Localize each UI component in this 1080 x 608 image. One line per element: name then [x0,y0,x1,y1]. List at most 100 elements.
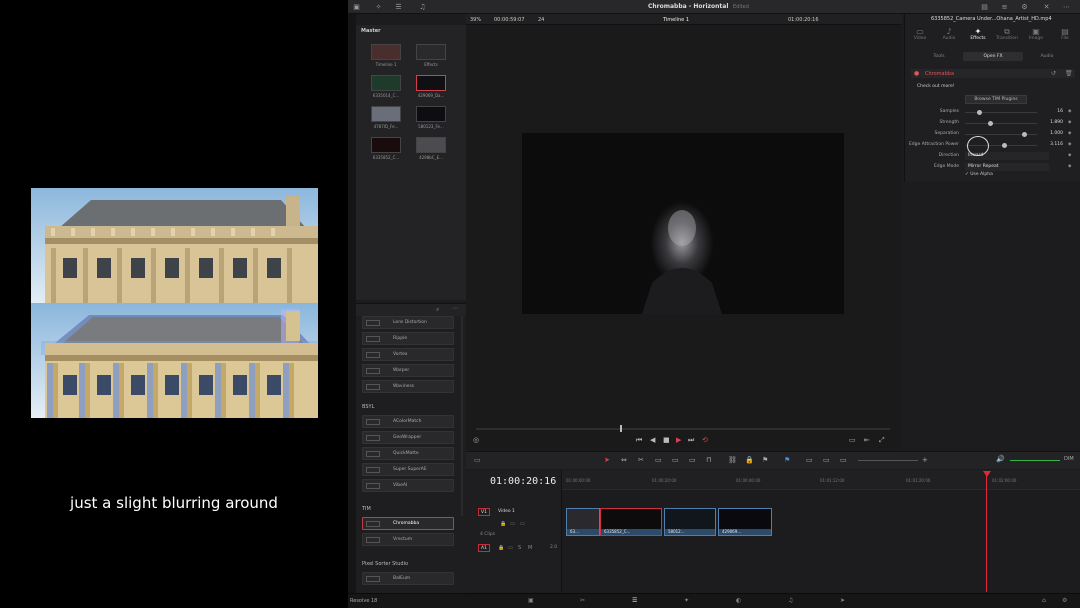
timeline-clip[interactable]: 63... [566,508,600,536]
audio-auto-icon[interactable]: ▭ [508,545,513,551]
search-icon[interactable]: ⌕ [436,306,439,314]
effect-item[interactable]: GeoWrapper [362,431,454,444]
tab-file[interactable]: ▤ File [1050,27,1080,41]
more-options-icon[interactable]: ⋯ [452,305,458,312]
track-lock-icon[interactable]: 🔒 [500,521,506,527]
tab-video[interactable]: ▭ Video [905,27,935,41]
zoom-custom-icon[interactable]: ▭ [840,456,847,464]
media-clip[interactable]: 4298bC_E... [416,137,446,160]
media-clip[interactable]: Timeline 1 [371,44,401,67]
check-out-link[interactable]: Check out more! [917,84,955,89]
effect-toggle-icon[interactable]: ● [914,70,919,77]
marker-icon[interactable]: ⚑ [784,456,790,464]
replace-clip-icon[interactable]: ▭ [689,456,696,464]
param-knob[interactable] [987,120,993,126]
zoom-level[interactable]: 39% [470,17,481,23]
playhead-marker[interactable] [983,471,991,477]
tab-transition[interactable]: ⧉ Transition [992,27,1022,41]
overwrite-clip-icon[interactable]: ▭ [672,456,679,464]
volume-icon[interactable]: 🔊 [996,455,1005,463]
go-to-start-button[interactable]: ⏮ [636,436,642,445]
timeline-ruler[interactable]: 01:00:00:00 01:00:20:00 01:00:40:00 01:0… [562,470,1080,490]
go-to-end-button[interactable]: ⏭ [688,436,694,445]
tab-audio[interactable]: ♪ Audio [934,27,964,41]
match-frame-icon[interactable]: ⇤ [864,436,870,444]
mute-icon[interactable]: M [528,545,532,551]
fairlight-page-icon[interactable]: ♫ [788,597,793,604]
track-visibility-icon[interactable]: ▭ [520,521,525,527]
viewer-mode-icon[interactable]: ◎ [473,436,479,444]
effect-header[interactable]: ● Chromabba ↺ 🗑 [911,69,1075,78]
reverse-button[interactable]: ◀ [650,436,655,444]
keyframe-icon[interactable]: ◆ [1068,131,1071,136]
viewer-options-icon[interactable]: ▭ [849,436,856,444]
effect-item[interactable]: Vortex [362,348,454,361]
video-track-name[interactable]: Video 1 [498,509,515,514]
mixer-icon[interactable]: ▤ [980,3,989,11]
track-badge-v1[interactable]: V1 [478,508,490,516]
media-clip[interactable]: 6335852_C... [371,137,401,160]
effects-search-bar[interactable]: ⌕ ⋯ [356,304,466,316]
edit-index-icon[interactable]: ☰ [394,3,403,11]
loop-button[interactable]: ⟲ [702,436,708,444]
group-header-pixel-sorter[interactable]: Pixel Sorter Studio [362,561,408,567]
media-clip[interactable]: 6335014_C... [371,75,401,98]
timeline-playhead[interactable] [986,472,987,592]
keyframe-icon[interactable]: ◆ [1068,120,1071,125]
subtab-tools[interactable]: Tools [909,52,969,61]
timeline-clip-selected[interactable]: 6335852_C... [600,508,662,536]
effect-item[interactable]: VibeAI [362,479,454,492]
browse-plugins-button[interactable]: Browse TIM Plugins [965,95,1027,104]
param-knob[interactable] [1021,131,1027,137]
solo-icon[interactable]: S [518,545,521,551]
position-lock-icon[interactable]: 🔒 [745,456,754,464]
auto-track-icon[interactable]: ▭ [510,521,515,527]
effect-item[interactable]: Lens Distortion [362,316,454,329]
effect-item-chromabba[interactable]: Chromabba [362,517,454,530]
param-knob[interactable] [1002,142,1008,148]
selection-tool-icon[interactable]: ➤ [604,456,610,464]
effects-library-icon[interactable]: ✧ [374,3,383,11]
trim-tool-icon[interactable]: ⇔ [621,456,627,464]
settings-icon[interactable]: ⋯ [1062,3,1071,11]
effect-reset-icon[interactable]: ↺ [1051,70,1056,77]
effect-item[interactable]: Super SuperAE [362,463,454,476]
param-knob[interactable] [976,109,982,115]
effect-item[interactable]: AColorMatch [362,415,454,428]
keyframe-icon[interactable]: ◆ [1068,164,1071,169]
subtab-audio[interactable]: Audio [1017,52,1077,61]
use-alpha-checkbox[interactable]: ✓ Use Alpha [965,172,993,177]
tab-effects[interactable]: ✦ Effects [963,27,993,41]
media-page-icon[interactable]: ▣ [528,597,534,604]
keyframe-icon[interactable]: ◆ [1068,153,1071,158]
color-page-icon[interactable]: ◐ [736,597,741,604]
timeline-clip[interactable]: 429069... [718,508,772,536]
track-badge-a1[interactable]: A1 [478,544,490,552]
timeline-zoom-slider[interactable] [858,460,918,461]
deliver-page-icon[interactable]: ➤ [840,597,845,604]
fullscreen-icon[interactable]: ⤢ [879,436,885,445]
tab-image[interactable]: ▣ Image [1021,27,1051,41]
zoom-detail-icon[interactable]: ▭ [823,456,830,464]
sound-library-icon[interactable]: ♫ [418,3,427,11]
inspector-icon[interactable]: ⚙ [1020,3,1029,11]
effect-item[interactable]: Vrectum [362,533,454,546]
cut-page-icon[interactable]: ✂ [580,597,585,604]
effect-item[interactable]: BalEum [362,572,454,585]
stop-button[interactable]: ■ [663,436,670,444]
effect-item[interactable]: QuickMatte [362,447,454,460]
timeline-clip[interactable]: 58012... [664,508,716,536]
zoom-full-icon[interactable]: ▭ [806,456,813,464]
inspector-toggle-icon[interactable]: ✕ [1042,3,1051,11]
timeline-name[interactable]: Timeline 1 [663,17,689,23]
edit-page-icon[interactable]: ☰ [632,597,637,604]
zoom-in-icon[interactable]: + [922,456,928,464]
effects-scrollbar[interactable] [461,316,463,516]
audio-lock-icon[interactable]: 🔒 [498,545,504,551]
dim-label[interactable]: DIM [1064,456,1074,462]
metadata-icon[interactable]: ≡ [1000,3,1009,11]
project-settings-icon[interactable]: ⚙ [1062,597,1067,604]
play-button[interactable]: ▶ [676,436,681,444]
effect-item[interactable]: Warper [362,364,454,377]
effect-item[interactable]: Ripple [362,332,454,345]
